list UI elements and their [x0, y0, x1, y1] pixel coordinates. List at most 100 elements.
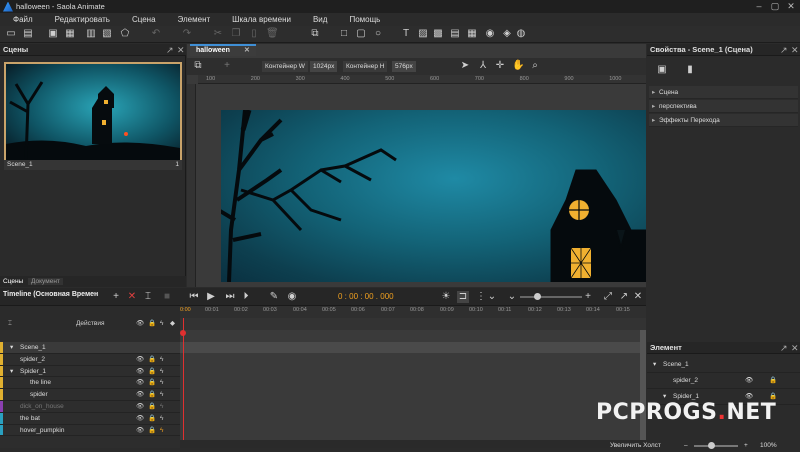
lock-icon[interactable]: 🔒 [148, 366, 156, 378]
lightning-icon[interactable]: ϟ [160, 366, 163, 378]
transform-icon[interactable]: ⅄ [477, 60, 489, 72]
scene-background-icon[interactable]: ▮ [684, 64, 696, 76]
menu-edit[interactable]: Редактировать [42, 15, 119, 24]
timeline-tracks[interactable] [180, 330, 646, 440]
lock-icon[interactable]: 🔒 [148, 401, 156, 413]
lightning-icon[interactable]: ϟ [160, 425, 163, 437]
onion-skin-icon[interactable]: ☀ [440, 291, 452, 303]
lock-icon[interactable]: 🔒 [148, 354, 156, 366]
element-tree-item[interactable]: spider_2 👁 🔒 [647, 373, 800, 389]
lock-icon[interactable]: 🔒 [148, 318, 156, 330]
lightning-icon[interactable]: ϟ [160, 354, 163, 366]
save-icon[interactable]: ▣ [47, 28, 59, 40]
pencil-icon[interactable]: ✎ [268, 291, 280, 303]
lightning-icon[interactable]: ϟ [160, 318, 163, 330]
playhead-handle[interactable] [180, 330, 186, 336]
visibility-icon[interactable]: 👁 [136, 377, 144, 389]
layer-row[interactable]: ▾ Scene_1 [0, 342, 180, 354]
menu-element[interactable]: Элемент [165, 15, 220, 24]
timeline-options-icon[interactable]: ⌶ [142, 291, 154, 303]
resize-icon[interactable]: ⤢ [602, 291, 614, 303]
tab-halloween[interactable]: halloween ✕ [190, 44, 256, 56]
timecode-display[interactable]: 0 : 00 : 00 . 000 [338, 292, 394, 301]
section-scene[interactable]: Сцена [649, 86, 798, 99]
anchor-icon[interactable]: ✛ [494, 60, 506, 72]
scene-properties-icon[interactable]: ▣ [656, 64, 668, 76]
export-icon[interactable]: ▦ [64, 28, 76, 40]
keyframe-record-icon[interactable]: ◉ [286, 291, 298, 303]
slider-handle[interactable] [534, 293, 541, 300]
visibility-icon[interactable]: 👁 [136, 413, 144, 425]
add-icon[interactable]: + [221, 60, 233, 72]
element-tree-item[interactable]: ▾ Scene_1 [647, 357, 800, 373]
menu-timeline[interactable]: Шкала времени [219, 15, 300, 24]
chevron-down-icon[interactable]: ⌄ [486, 291, 498, 303]
rectangle-icon[interactable]: □ [338, 28, 350, 40]
lock-icon[interactable]: 🔒 [769, 373, 777, 389]
minimize-icon[interactable]: – [752, 1, 766, 12]
expand-icon[interactable]: ▾ [10, 366, 13, 378]
visibility-icon[interactable]: 👁 [745, 373, 753, 389]
container-h-input[interactable]: 576px [392, 61, 416, 72]
menu-file[interactable]: Файл [0, 15, 42, 24]
undock-icon[interactable]: ↗ [780, 44, 788, 56]
layer-row[interactable]: spider_2 👁 🔒 ϟ [0, 353, 180, 366]
undock-icon[interactable]: ↗ [618, 291, 630, 303]
more-shapes-icon[interactable]: ◍ [515, 28, 527, 40]
tab-close-icon[interactable]: ✕ [244, 46, 250, 56]
layer-row[interactable]: spider 👁 🔒 ϟ [0, 389, 180, 401]
video-icon[interactable]: ▦ [466, 28, 478, 40]
open-folder-icon[interactable]: ▤ [22, 28, 34, 40]
undock-icon[interactable]: ↗ [166, 44, 174, 56]
menu-help[interactable]: Помощь [336, 15, 389, 24]
copy-icon[interactable]: ❐ [230, 28, 242, 40]
playhead-line[interactable] [183, 318, 184, 440]
image-icon[interactable]: ▨ [417, 28, 429, 40]
cut-icon[interactable]: ✂ [212, 28, 224, 40]
section-transition-effects[interactable]: Эффекты Перехода [649, 114, 798, 127]
stage-canvas[interactable] [221, 110, 646, 282]
zoom-slider[interactable] [694, 442, 738, 449]
lightning-icon[interactable]: ϟ [160, 413, 163, 425]
lock-icon[interactable]: 🔒 [148, 377, 156, 389]
record-icon[interactable]: ■ [161, 291, 173, 303]
horizontal-scrollbar[interactable] [180, 440, 646, 448]
panel-close-icon[interactable]: ✕ [177, 44, 185, 56]
timeline-zoom-in-icon[interactable]: + [582, 291, 594, 303]
layer-row[interactable]: ▾ Spider_1 👁 🔒 ϟ [0, 365, 180, 378]
paste-icon[interactable]: ▯ [248, 28, 260, 40]
section-perspective[interactable]: перспектива [649, 100, 798, 113]
menu-scene[interactable]: Сцена [119, 15, 165, 24]
zoom-out-icon[interactable]: – [684, 440, 688, 452]
timeline-zoom-slider[interactable] [520, 293, 582, 300]
layer-row[interactable]: dick_on_house 👁 🔒 ϟ [0, 401, 180, 413]
track-row-selected[interactable] [180, 342, 646, 353]
play-icon[interactable]: ▶ [205, 291, 217, 303]
layer-row[interactable]: the bat 👁 🔒 ϟ [0, 412, 180, 425]
group-icon[interactable]: ◈ [501, 28, 513, 40]
preview-icon[interactable]: ▥ [85, 28, 97, 40]
container-w-input[interactable]: 1024px [310, 61, 338, 72]
visibility-icon[interactable]: 👁 [136, 366, 144, 378]
html-widget-icon[interactable]: ▤ [449, 28, 461, 40]
undock-icon[interactable]: ↗ [780, 342, 788, 354]
picture-icon[interactable]: ▩ [432, 28, 444, 40]
audio-icon[interactable]: ◉ [484, 28, 496, 40]
zoom-icon[interactable]: ⌕ [529, 60, 541, 72]
lock-icon[interactable]: 🔒 [148, 413, 156, 425]
panel-close-icon[interactable]: ✕ [632, 291, 644, 303]
visibility-icon[interactable]: 👁 [136, 318, 144, 330]
new-document-icon[interactable]: ▭ [5, 28, 17, 40]
snap-icon[interactable]: ⊐ [457, 291, 469, 303]
go-to-start-icon[interactable]: ⏮ [188, 291, 200, 303]
menu-view[interactable]: Вид [300, 15, 336, 24]
panel-close-icon[interactable]: ✕ [791, 44, 799, 56]
go-to-end-icon[interactable]: ⏭ [224, 291, 236, 303]
tab-scenes[interactable]: Сцены [0, 278, 26, 285]
lock-icon[interactable]: 🔒 [148, 389, 156, 401]
fit-canvas-icon[interactable]: ⧉ [192, 60, 204, 72]
redo-icon[interactable]: ↷ [181, 28, 193, 40]
layer-sort-icon[interactable]: ⌶ [8, 318, 12, 330]
lightning-icon[interactable]: ϟ [160, 377, 163, 389]
expand-icon[interactable]: ▾ [653, 357, 656, 373]
